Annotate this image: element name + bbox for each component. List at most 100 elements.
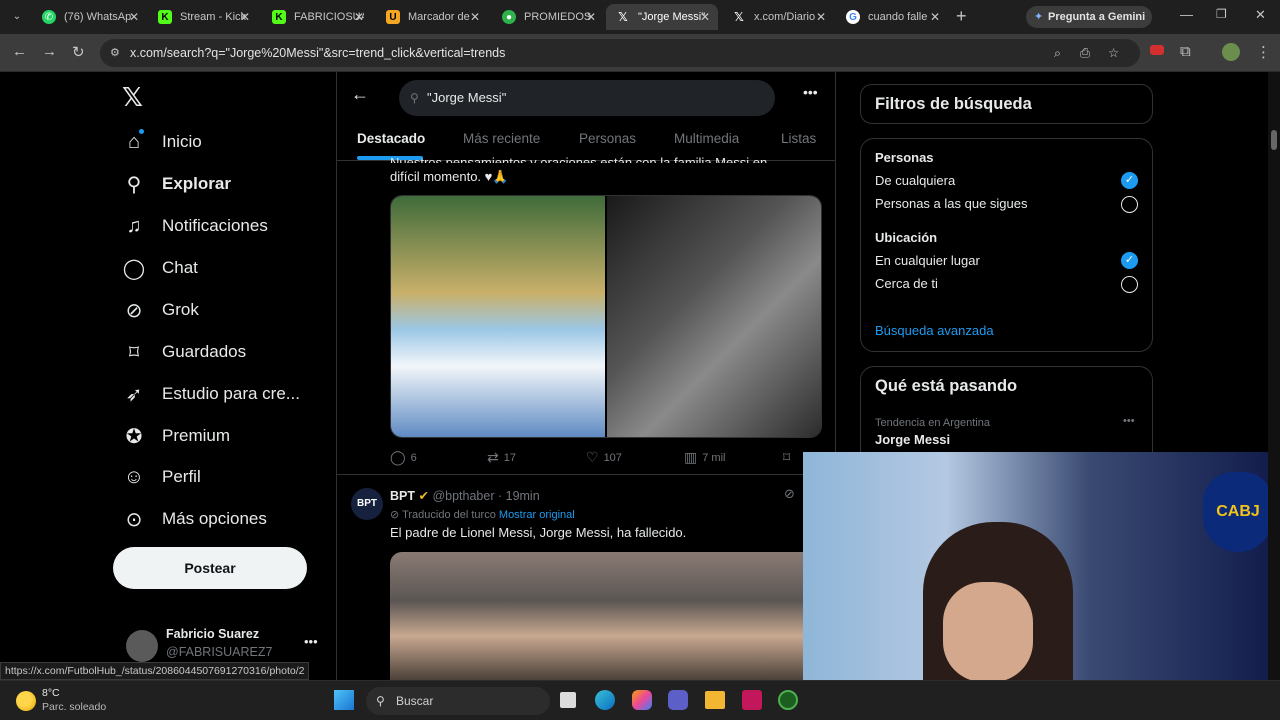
more-options-icon[interactable]: ••• [803, 84, 818, 100]
scroll-thumb[interactable] [1271, 130, 1277, 150]
advanced-search-link[interactable]: Búsqueda avanzada [875, 323, 994, 338]
browser-tab-active[interactable]: 𝕏 "Jorge Messi" ✕ [606, 4, 718, 30]
like-button[interactable]: ♡ 107 [586, 449, 622, 466]
tab-multimedia[interactable]: Multimedia [674, 131, 739, 146]
retweet-button[interactable]: ⇄ 17 [487, 449, 516, 466]
zoom-icon[interactable]: ⌕ [1054, 39, 1061, 67]
youtube-extension-icon[interactable] [1150, 45, 1164, 55]
reload-icon[interactable]: ↻ [72, 43, 85, 61]
url-bar[interactable]: ⚙ x.com/search?q="Jorge%20Messi"&src=tre… [100, 39, 1140, 67]
minimize-icon[interactable]: — [1180, 7, 1193, 22]
filter-option-near-you[interactable]: Cerca de ti [875, 276, 938, 291]
tweet-time[interactable]: · 19min [498, 489, 540, 503]
tab-label: (76) WhatsAp [64, 11, 132, 23]
edge-icon[interactable] [595, 690, 615, 710]
back-arrow-icon[interactable]: ← [351, 84, 369, 105]
radio-empty-icon[interactable] [1121, 276, 1138, 293]
tab-destacado[interactable]: Destacado [357, 131, 425, 146]
sidebar-item-label: Grok [162, 300, 199, 319]
close-tab-icon[interactable]: ✕ [354, 10, 364, 24]
browser-tab[interactable]: U Marcador de ✕ [376, 4, 488, 30]
sidebar-item-chat[interactable]: ◯ Chat [122, 256, 198, 280]
trend-topic[interactable]: Jorge Messi [875, 432, 950, 447]
browser-tab[interactable]: K Stream - Kick ✕ [148, 4, 258, 30]
sidebar-item-explorar[interactable]: ⚲ Explorar [122, 172, 231, 196]
browser-tab[interactable]: 𝕏 x.com/Diario ✕ [722, 4, 834, 30]
close-tab-icon[interactable]: ✕ [470, 10, 480, 24]
forward-icon[interactable]: → [42, 43, 57, 60]
close-tab-icon[interactable]: ✕ [930, 10, 940, 24]
new-tab-icon[interactable]: + [956, 6, 967, 27]
reply-button[interactable]: ◯ 6 [390, 449, 417, 466]
sidebar-item-guardados[interactable]: ⌑ Guardados [122, 340, 246, 364]
sidebar-item-estudio[interactable]: ➶ Estudio para cre... [122, 382, 300, 406]
sidebar-item-inicio[interactable]: ⌂ Inicio [122, 130, 202, 154]
search-input[interactable]: ⚲ "Jorge Messi" [399, 80, 775, 116]
close-tab-icon[interactable]: ✕ [586, 10, 596, 24]
tab-listas[interactable]: Listas [781, 131, 816, 146]
grok-icon[interactable]: ⊘ [784, 486, 795, 502]
site-info-icon[interactable]: ⚙ [110, 39, 120, 67]
page-scrollbar[interactable] [1268, 72, 1280, 680]
teams-icon[interactable] [668, 690, 688, 710]
copilot-icon[interactable] [632, 690, 652, 710]
browser-menu-icon[interactable]: ⋮ [1256, 43, 1271, 61]
taskbar-search-input[interactable]: ⚲ Buscar [366, 687, 550, 715]
star-icon[interactable]: ☆ [1108, 39, 1119, 67]
filter-option-anywhere[interactable]: En cualquier lugar [875, 253, 980, 268]
close-tab-icon[interactable]: ✕ [816, 10, 826, 24]
sidebar-item-notificaciones[interactable]: ♫ Notificaciones [122, 214, 268, 238]
tweet-divider [337, 474, 835, 475]
tweet-photo-messi-trophy[interactable] [391, 196, 605, 437]
close-tab-icon[interactable]: ✕ [129, 10, 139, 24]
restore-icon[interactable]: ❐ [1216, 7, 1227, 21]
avatar[interactable]: BPT [351, 488, 383, 520]
app-icon[interactable] [778, 690, 798, 710]
filter-option-anyone[interactable]: De cualquiera [875, 173, 955, 188]
install-icon[interactable]: ⎙ [1080, 39, 1090, 67]
browser-tab[interactable]: ● PROMIEDOS ✕ [492, 4, 604, 30]
close-tab-icon[interactable]: ✕ [240, 10, 250, 24]
account-more-icon[interactable]: ••• [304, 634, 318, 649]
browser-tab[interactable]: K FABRICIOSUA ✕ [262, 4, 372, 30]
file-explorer-icon[interactable] [705, 691, 725, 709]
radio-empty-icon[interactable] [1121, 196, 1138, 213]
bookmark-button[interactable]: ⌑ [783, 449, 795, 466]
close-tab-icon[interactable]: ✕ [700, 10, 710, 24]
tweet-author[interactable]: BPT [390, 489, 415, 503]
tweet-handle[interactable]: @bpthaber [432, 489, 494, 503]
gemini-button[interactable]: ✦ Pregunta a Gemini [1026, 6, 1152, 28]
sidebar-item-grok[interactable]: ⊘ Grok [122, 298, 199, 322]
reply-icon: ◯ [390, 449, 406, 465]
sidebar-item-label: Chat [162, 258, 198, 277]
tab-personas[interactable]: Personas [579, 131, 636, 146]
app-icon[interactable] [742, 690, 762, 710]
sidebar-item-perfil[interactable]: ☺ Perfil [122, 465, 201, 489]
weather-icon[interactable] [16, 691, 36, 711]
sidebar-item-premium[interactable]: ✪ Premium [122, 424, 230, 448]
sidebar-item-label: Notificaciones [162, 216, 268, 235]
tweet-photo-messi-family[interactable] [390, 552, 822, 680]
views-button[interactable]: ▥ 7 mil [684, 449, 725, 466]
back-icon[interactable]: ← [12, 43, 27, 60]
tab-mas-reciente[interactable]: Más reciente [463, 131, 540, 146]
tweet-image-grid[interactable] [390, 195, 822, 438]
browser-tab[interactable]: G cuando falle ✕ [836, 4, 948, 30]
close-window-icon[interactable]: ✕ [1255, 7, 1266, 23]
trend-context: Tendencia en Argentina [875, 417, 990, 429]
tweet-photo-messi-father[interactable] [607, 196, 821, 437]
task-view-icon[interactable] [560, 692, 576, 708]
profile-avatar-icon[interactable] [1222, 43, 1240, 61]
trend-more-icon[interactable]: ••• [1123, 415, 1135, 427]
browser-tab[interactable]: ✆ (76) WhatsAp ✕ [32, 4, 147, 30]
tab-search-icon[interactable]: ⌄ [8, 8, 26, 26]
post-button[interactable]: Postear [113, 547, 307, 589]
windows-start-icon[interactable] [334, 690, 354, 710]
sidebar-item-mas-opciones[interactable]: ⊙ Más opciones [122, 507, 267, 531]
show-original-link[interactable]: Mostrar original [499, 509, 575, 521]
filter-option-following[interactable]: Personas a las que sigues [875, 196, 1027, 211]
extensions-icon[interactable]: ⧉ [1180, 43, 1191, 60]
radio-selected-icon[interactable]: ✓ [1121, 172, 1138, 189]
radio-selected-icon[interactable]: ✓ [1121, 252, 1138, 269]
x-logo-icon[interactable]: 𝕏 [122, 82, 143, 113]
